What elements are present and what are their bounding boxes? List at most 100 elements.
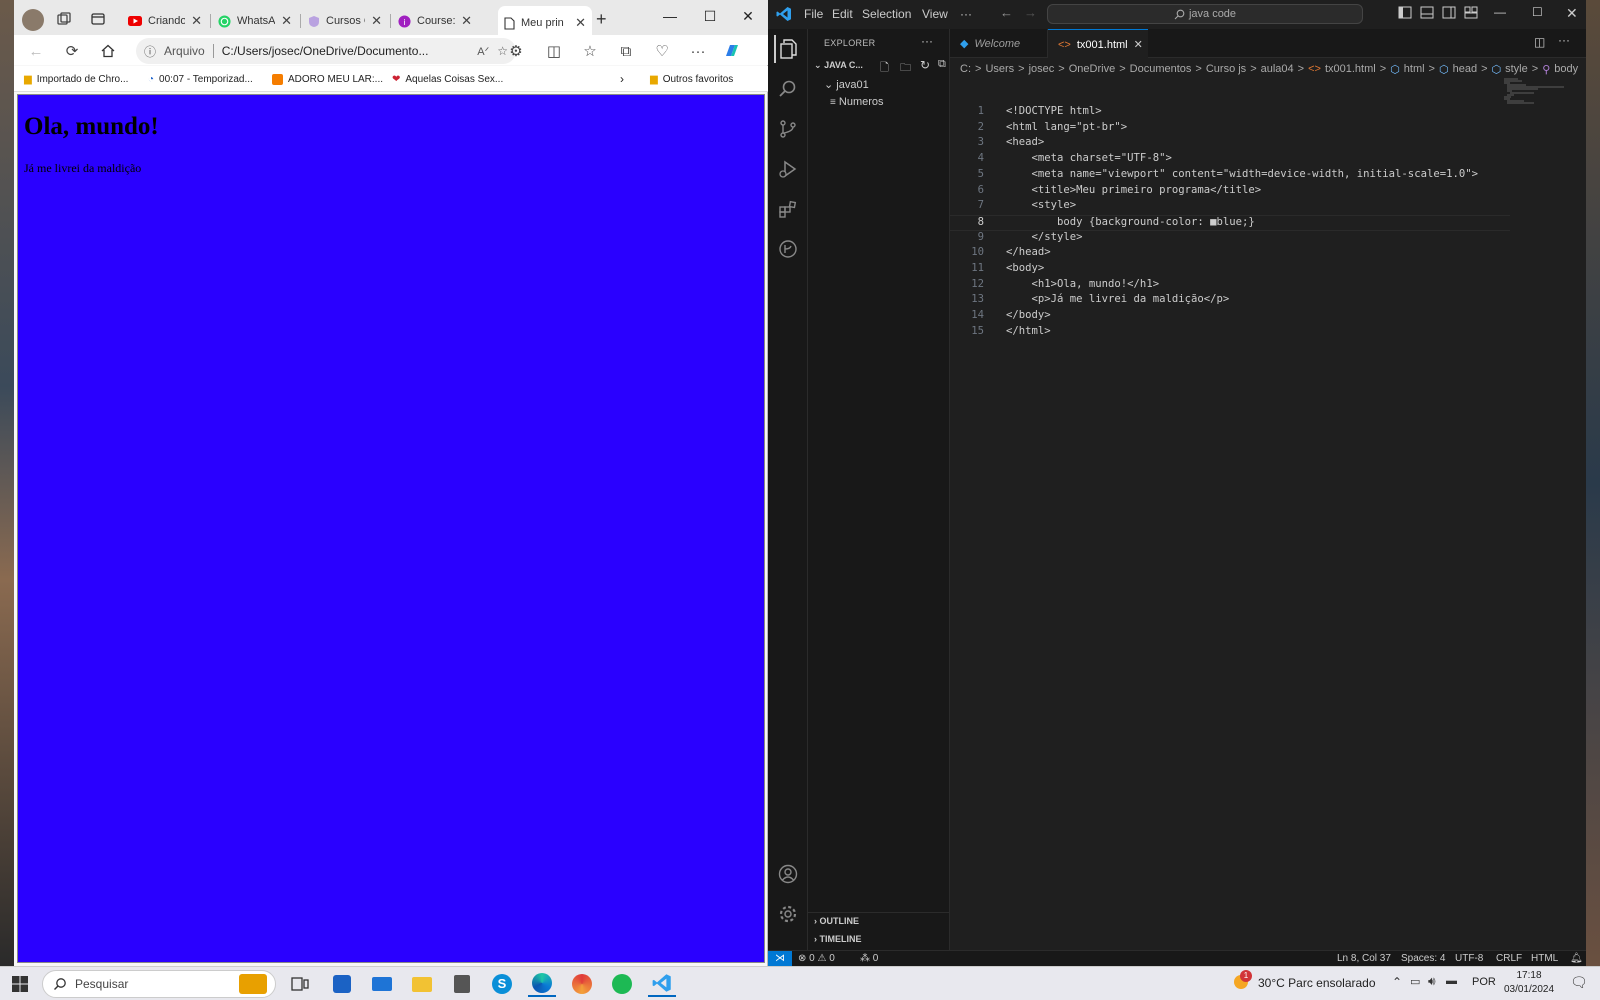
microsoft-store-icon[interactable] xyxy=(328,971,356,997)
back-arrow-icon[interactable]: ← xyxy=(1000,5,1013,20)
bell-icon[interactable]: 🔔︎ xyxy=(1570,953,1583,964)
minimize-button[interactable]: — xyxy=(650,4,690,28)
spotify-icon[interactable] xyxy=(608,971,636,997)
ports-indicator[interactable]: ⁂ 0 xyxy=(860,953,878,964)
new-file-icon[interactable]: 🗋 xyxy=(880,59,889,78)
breadcrumb-item[interactable]: Documentos xyxy=(1130,63,1192,75)
language-mode[interactable]: HTML xyxy=(1531,953,1558,964)
refresh-explorer-icon[interactable]: ↻ xyxy=(920,58,930,72)
meet-now-icon[interactable]: ▭ xyxy=(1410,975,1420,988)
close-tab-icon[interactable]: ✕ xyxy=(371,13,382,29)
vscode-close-button[interactable]: ✕ xyxy=(1566,5,1578,22)
network-icon[interactable]: ▬ xyxy=(1446,975,1457,987)
close-tab-icon[interactable]: ✕ xyxy=(1134,38,1143,51)
address-bar[interactable]: ⓘ Arquivo C:/Users/josec/OneDrive/Docume… xyxy=(136,38,516,64)
close-window-button[interactable]: ✕ xyxy=(728,4,768,28)
menu-file[interactable]: File xyxy=(804,7,823,21)
toggle-secondary-sidebar-icon[interactable] xyxy=(1442,6,1456,19)
close-tab-icon[interactable]: ✕ xyxy=(191,13,202,29)
remote-indicator-icon[interactable]: ⋊ xyxy=(768,951,792,967)
breadcrumb-item[interactable]: style xyxy=(1505,63,1528,75)
menu-edit[interactable]: Edit xyxy=(832,7,853,21)
vscode-minimize-button[interactable]: — xyxy=(1494,5,1506,19)
favorites-icon[interactable]: ☆ xyxy=(578,40,602,62)
cursor-position[interactable]: Ln 8, Col 37 xyxy=(1337,953,1391,964)
source-control-icon[interactable] xyxy=(774,115,802,143)
workspaces-icon[interactable] xyxy=(56,11,72,27)
menu-more[interactable]: ··· xyxy=(960,7,972,21)
mail-icon[interactable] xyxy=(368,971,396,997)
home-icon[interactable] xyxy=(96,40,120,62)
indentation[interactable]: Spaces: 4 xyxy=(1401,953,1445,964)
problems-indicator[interactable]: ⊗ 0 ⚠ 0 xyxy=(798,953,835,964)
maximize-button[interactable]: ☐ xyxy=(690,4,730,28)
profile-avatar[interactable] xyxy=(22,9,44,31)
end-of-line[interactable]: CRLF xyxy=(1496,953,1522,964)
git-graph-icon[interactable] xyxy=(774,235,802,263)
account-icon[interactable] xyxy=(774,860,802,888)
minimap[interactable] xyxy=(1504,77,1566,107)
folder-java01[interactable]: ⌄ java01 xyxy=(824,78,869,91)
split-editor-icon[interactable]: ◫ xyxy=(1534,35,1545,49)
settings-gear-icon[interactable] xyxy=(774,900,802,928)
close-tab-icon[interactable]: ✕ xyxy=(281,13,292,29)
editor-more-icon[interactable]: ··· xyxy=(1558,33,1570,47)
extensions-icon[interactable]: ⚙ xyxy=(504,40,528,62)
browser-tab-1[interactable]: Criando ✕ xyxy=(122,7,208,35)
workspace-section[interactable]: ⌄ JAVA C... xyxy=(814,60,863,71)
collapse-folders-icon[interactable]: ⧉ xyxy=(938,58,946,71)
show-hidden-icons-chevron-icon[interactable]: ⌃ xyxy=(1392,975,1402,989)
menu-view[interactable]: View xyxy=(922,7,948,21)
browser-tab-2[interactable]: WhatsAp ✕ xyxy=(212,7,298,35)
windows-start-icon[interactable] xyxy=(6,971,34,997)
forward-arrow-icon[interactable]: → xyxy=(1024,5,1037,20)
toggle-sidebar-icon[interactable] xyxy=(1398,6,1412,19)
explorer-icon[interactable] xyxy=(774,35,802,63)
bookmark-2[interactable]: ◔ 00:07 - Temporizad... xyxy=(148,70,253,88)
more-bookmarks-chevron-icon[interactable]: › xyxy=(620,70,624,88)
menu-selection[interactable]: Selection xyxy=(862,7,911,21)
vertical-tabs-icon[interactable] xyxy=(90,11,106,27)
breadcrumb-item[interactable]: josec xyxy=(1029,63,1055,75)
refresh-icon[interactable]: ⟳ xyxy=(60,40,84,62)
file-numeros[interactable]: ≡ Numeros xyxy=(830,96,884,108)
breadcrumb-item[interactable]: OneDrive xyxy=(1069,63,1115,75)
browser-essentials-icon[interactable]: ♡ xyxy=(650,40,674,62)
collections-icon[interactable]: ⧉ xyxy=(614,40,638,62)
bookmark-3[interactable]: ADORO MEU LAR:... xyxy=(272,70,383,88)
edge-browser-icon[interactable] xyxy=(528,971,556,997)
new-folder-icon[interactable]: 🗀 xyxy=(900,59,911,78)
more-options-icon[interactable]: ··· xyxy=(686,40,710,62)
toggle-panel-icon[interactable] xyxy=(1420,6,1434,19)
vscode-maximize-button[interactable]: ☐ xyxy=(1532,5,1543,19)
tab-welcome[interactable]: ◆ Welcome xyxy=(950,29,1048,58)
calculator-icon[interactable] xyxy=(448,971,476,997)
search-icon[interactable] xyxy=(774,75,802,103)
other-favorites-folder[interactable]: ▆ Outros favoritos xyxy=(650,70,733,88)
weather-widget[interactable]: 1 30°C Parc ensolarado xyxy=(1232,970,1376,993)
tab-tx001-html[interactable]: <> tx001.html ✕ xyxy=(1048,29,1148,59)
breadcrumb-item[interactable]: head xyxy=(1453,63,1477,75)
language-indicator[interactable]: POR xyxy=(1472,976,1496,988)
photo-app-icon[interactable] xyxy=(568,971,596,997)
skype-icon[interactable]: S xyxy=(488,971,516,997)
bookmark-4[interactable]: ❤ Aquelas Coisas Sex... xyxy=(392,70,503,88)
run-debug-icon[interactable] xyxy=(774,155,802,183)
clock[interactable]: 17:18 03/01/2024 xyxy=(1500,969,1558,997)
copilot-icon[interactable] xyxy=(720,40,744,62)
breadcrumb-item[interactable]: C: xyxy=(960,63,971,75)
browser-tab-3[interactable]: Cursos C ✕ xyxy=(302,7,388,35)
breadcrumb-item[interactable]: tx001.html xyxy=(1325,63,1376,75)
outline-section[interactable]: › OUTLINE xyxy=(814,916,859,926)
browser-tab-4[interactable]: i Course: ✕ xyxy=(392,7,478,35)
breadcrumb-item[interactable]: html xyxy=(1404,63,1425,75)
close-tab-icon[interactable]: ✕ xyxy=(461,13,472,29)
breadcrumb-item[interactable]: Curso js xyxy=(1206,63,1246,75)
command-center-search[interactable]: java code xyxy=(1047,4,1363,24)
volume-icon[interactable]: 🔊︎ xyxy=(1428,974,1436,989)
breadcrumb-item[interactable]: Users xyxy=(985,63,1014,75)
task-view-icon[interactable] xyxy=(286,971,314,997)
extensions-icon[interactable] xyxy=(774,195,802,223)
back-icon[interactable]: ← xyxy=(24,40,48,62)
breadcrumb-item[interactable]: body xyxy=(1554,63,1578,75)
